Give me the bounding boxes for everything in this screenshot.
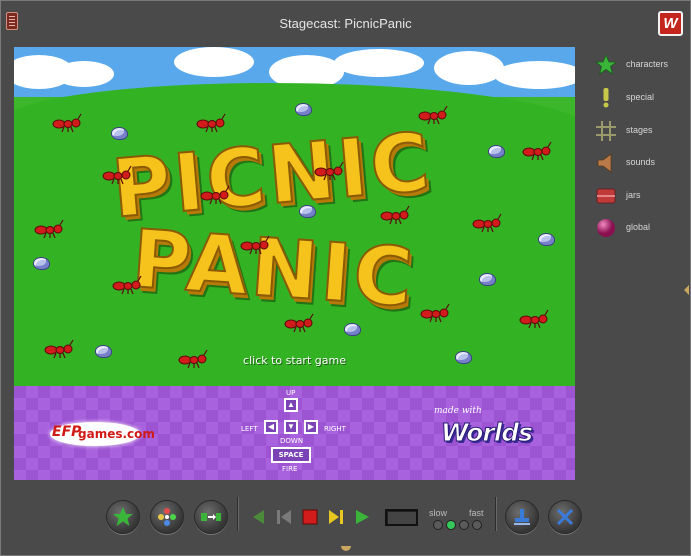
rock-sprite [111,127,128,140]
window-title: Stagecast: PicnicPanic [279,16,412,31]
rock-sprite [33,257,50,270]
jar-icon [596,188,616,204]
side-drawer-handle[interactable] [684,285,689,295]
grid-icon [596,121,616,141]
efpgames-logo: EFP games.com [50,422,155,446]
bottom-drawer-handle[interactable] [341,546,351,551]
toolbar-divider [495,497,497,531]
efp-logo-text: games.com [78,427,155,441]
speaker-icon [597,153,612,173]
ant-sprite [472,213,502,233]
efp-logo-mark: EFP [52,424,82,440]
close-tool-button[interactable] [548,500,582,534]
info-banner: EFP games.com UP ▲ ◀ ▼ ▶ LEFT RIGHT DOWN… [14,386,575,480]
cloud [494,61,575,89]
tool-label: global [626,222,651,232]
star-icon [113,507,133,526]
worlds-logo-icon[interactable]: W [658,11,683,36]
exclamation-icon [603,88,609,108]
rule-arrow-icon [201,513,221,521]
rock-sprite [295,103,312,116]
logo-panic: PANIC [128,211,419,326]
up-key: ▲ [284,398,298,412]
rewind-icon[interactable] [275,508,293,526]
stop-icon[interactable] [301,508,319,526]
made-with-label: made with [434,406,482,416]
cloud [174,47,254,77]
start-game-prompt[interactable]: click to start game [14,354,575,367]
ant-sprite [112,275,142,295]
rock-sprite [488,145,505,158]
app-window: Stagecast: PicnicPanic W PICNIC PANIC cl… [0,0,691,556]
tool-characters[interactable]: characters [589,53,689,77]
cloud [54,61,114,87]
rock-sprite [479,273,496,286]
close-icon [556,508,574,526]
stamp-button[interactable] [505,500,539,534]
dots-icon [158,508,176,526]
palette-button[interactable] [150,500,184,534]
ant-sprite [284,313,314,333]
title-bar: Stagecast: PicnicPanic W [1,1,690,45]
speed-dot[interactable] [433,520,443,530]
ant-sprite [52,113,82,133]
speed-slow-label: slow [429,508,448,518]
tool-label: sounds [626,157,656,167]
rule-button[interactable] [194,500,228,534]
new-character-button[interactable] [106,500,140,534]
tool-special[interactable]: special [589,86,689,110]
step-forward-icon[interactable] [327,508,345,526]
ant-sprite [522,141,552,161]
left-key: ◀ [264,420,278,434]
control-toolbar: slow fast [1,488,690,548]
game-stage[interactable]: PICNIC PANIC click to start game EFP gam… [14,47,575,480]
right-label: RIGHT [324,425,346,433]
play-icon[interactable] [353,508,371,526]
ant-sprite [240,235,270,255]
space-key: SPACE [271,447,311,463]
speed-fast-label: fast [469,508,484,518]
tool-jars[interactable]: jars [589,184,689,208]
down-key: ▼ [284,420,298,434]
tool-label: stages [626,125,653,135]
speed-dot[interactable] [472,520,482,530]
down-label: DOWN [280,437,304,445]
tool-label: jars [626,190,641,200]
stamp-icon [514,509,530,525]
ant-sprite [102,165,132,185]
cloud [434,51,504,85]
space-key-label: SPACE [273,449,309,461]
rock-sprite [344,323,361,336]
speed-dot[interactable] [459,520,469,530]
right-key: ▶ [304,420,318,434]
clock-counter [385,509,418,526]
cloud [334,49,424,77]
left-label: LEFT [241,425,258,433]
ant-sprite [200,185,230,205]
step-back-icon[interactable] [249,508,267,526]
rock-sprite [538,233,555,246]
ant-sprite [380,205,410,225]
toolbar-divider [237,497,239,531]
ant-sprite [420,303,450,323]
ball-icon [597,219,615,237]
tool-stages[interactable]: stages [589,119,689,143]
tool-sounds[interactable]: sounds [589,151,689,175]
star-icon [595,55,617,75]
rock-sprite [299,205,316,218]
worlds-logo: Worlds [440,418,533,448]
ant-sprite [34,219,64,239]
ant-sprite [314,161,344,181]
tool-label: characters [626,59,669,69]
tool-global[interactable]: global [589,216,689,240]
fire-label: FIRE [282,465,298,473]
tool-label: special [626,92,655,102]
ant-sprite [196,113,226,133]
ant-sprite [519,309,549,329]
up-label: UP [286,389,296,397]
speed-dot[interactable] [446,520,456,530]
ant-sprite [418,105,448,125]
